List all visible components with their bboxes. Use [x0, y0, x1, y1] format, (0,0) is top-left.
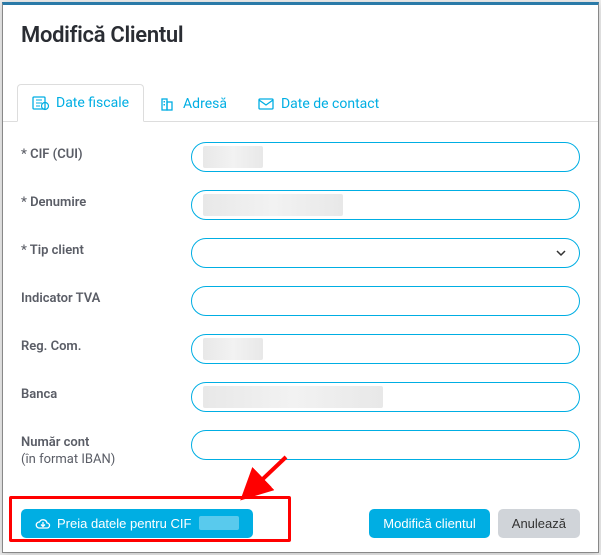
denumire-input[interactable] — [191, 190, 580, 220]
edit-client-modal: Modifică Clientul Date fiscale Adresă Da… — [2, 2, 599, 553]
fetch-by-cif-button[interactable]: Preia datele pentru CIF — [21, 509, 253, 538]
tab-contact[interactable]: Date de contact — [242, 84, 394, 122]
denumire-label: * Denumire — [21, 190, 191, 212]
fetch-button-label: Preia datele pentru CIF — [57, 516, 191, 531]
envelope-icon — [257, 96, 275, 112]
tab-label: Date de contact — [281, 96, 379, 112]
modal-footer: Preia datele pentru CIF Modifică clientu… — [3, 497, 598, 552]
reg-com-label: Reg. Com. — [21, 334, 191, 356]
form-body: * CIF (CUI) * Denumire * Tip client Indi… — [3, 122, 598, 497]
cancel-button[interactable]: Anulează — [498, 509, 580, 538]
reg-com-input[interactable] — [191, 334, 580, 364]
save-button[interactable]: Modifică clientul — [369, 509, 490, 538]
banca-label: Banca — [21, 382, 191, 404]
building-icon — [159, 96, 177, 112]
tab-label: Adresă — [183, 96, 227, 112]
redacted-cif-suffix — [199, 516, 239, 530]
tip-client-select[interactable] — [191, 238, 580, 268]
numar-cont-input[interactable] — [191, 430, 580, 460]
indicator-tva-label: Indicator TVA — [21, 286, 191, 308]
numar-cont-label: Număr cont (în format IBAN) — [21, 430, 191, 469]
indicator-tva-input[interactable] — [191, 286, 580, 316]
modal-title: Modifică Clientul — [21, 23, 580, 48]
invoice-icon — [32, 95, 50, 111]
tab-fiscal-data[interactable]: Date fiscale — [17, 84, 144, 122]
modal-header: Modifică Clientul — [3, 5, 598, 58]
tab-bar: Date fiscale Adresă Date de contact — [3, 58, 598, 122]
tab-label: Date fiscale — [56, 95, 129, 111]
cloud-download-icon — [35, 517, 51, 530]
banca-input[interactable] — [191, 382, 580, 412]
cif-label: * CIF (CUI) — [21, 142, 191, 164]
tip-client-label: * Tip client — [21, 238, 191, 260]
cif-input[interactable] — [191, 142, 580, 172]
tab-address[interactable]: Adresă — [144, 84, 242, 122]
